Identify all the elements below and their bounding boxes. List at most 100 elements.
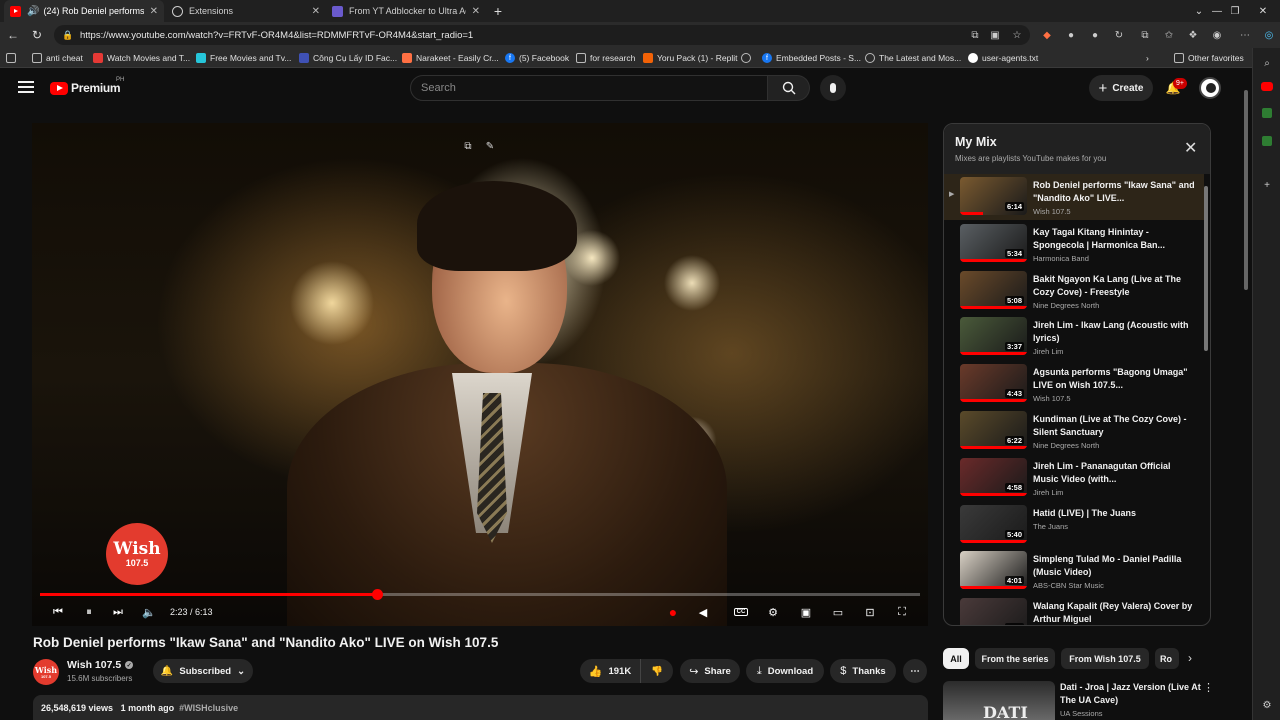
- channel-avatar[interactable]: Wish 107.5: [33, 659, 59, 685]
- subscribed-button[interactable]: 🔔 Subscribed ⌄: [153, 659, 253, 683]
- cast-icon[interactable]: ⊡: [861, 603, 879, 621]
- like-button[interactable]: 👍 191K: [580, 659, 640, 683]
- bookmark[interactable]: user-agents.txt: [968, 51, 1038, 65]
- theater-mode-icon[interactable]: ▭: [829, 603, 847, 621]
- autoplay-icon[interactable]: ◀: [694, 603, 712, 621]
- volume-icon[interactable]: 🔈: [140, 603, 158, 621]
- bookmarks-overflow-icon[interactable]: ›: [1146, 51, 1149, 65]
- extension-icon[interactable]: ↻: [1112, 28, 1126, 42]
- search-icon[interactable]: ⌕: [1260, 56, 1274, 70]
- extension-icon[interactable]: ●: [1088, 28, 1102, 42]
- close-tab-icon[interactable]: ✕: [312, 6, 320, 17]
- profile-icon[interactable]: ◉: [1210, 28, 1224, 42]
- channel-name[interactable]: Wish 107.5 ✓: [67, 659, 134, 671]
- refresh-icon[interactable]: ↻: [28, 26, 46, 44]
- add-sidebar-app-icon[interactable]: +: [1260, 178, 1274, 192]
- pause-icon[interactable]: ⏸: [80, 603, 98, 621]
- voice-search-button[interactable]: [820, 75, 846, 101]
- settings-icon[interactable]: ⚙: [764, 603, 782, 621]
- edit-overlay-icon[interactable]: ✎: [482, 139, 498, 153]
- sidebar-settings-icon[interactable]: ⚙: [1260, 698, 1274, 712]
- previous-icon[interactable]: ⏮: [49, 603, 67, 621]
- thanks-button[interactable]: $ Thanks: [830, 659, 896, 683]
- browser-tab-extensions[interactable]: Extensions ✕: [166, 0, 326, 22]
- speaker-icon[interactable]: 🔊: [27, 6, 39, 17]
- extension-icon[interactable]: ◆: [1040, 28, 1054, 42]
- miniplayer-overlay-icon[interactable]: ⧉: [460, 139, 476, 153]
- avatar[interactable]: [1199, 77, 1221, 99]
- bookmark[interactable]: The Latest and Mos...: [865, 51, 961, 65]
- browser-tab-adblocker[interactable]: From YT Adblocker to Ultra Adbl ✕: [326, 0, 486, 22]
- mix-scrollbar[interactable]: [1203, 176, 1209, 625]
- hashtag[interactable]: #WISHclusive: [179, 703, 238, 713]
- youtube-logo[interactable]: Premium PH: [50, 77, 124, 95]
- bookmark[interactable]: Narakeet - Easily Cr...: [402, 51, 499, 65]
- favorites-icon[interactable]: ✩: [1162, 28, 1176, 42]
- bookmarks-menu-icon[interactable]: [6, 51, 20, 65]
- bookmark[interactable]: Free Movies and Tv...: [196, 51, 291, 65]
- progress-bar[interactable]: [40, 589, 920, 600]
- reader-icon[interactable]: ▣: [988, 28, 1002, 42]
- extension-icon[interactable]: ●: [1064, 28, 1078, 42]
- menu-icon[interactable]: [18, 81, 34, 93]
- chip-all[interactable]: All: [943, 648, 969, 669]
- next-icon[interactable]: ⏭: [109, 603, 127, 621]
- mix-item[interactable]: 6:22 Kundiman (Live at The Cozy Cove) - S…: [944, 408, 1204, 454]
- mix-item[interactable]: 4:43 Agsunta performs "Bagong Umaga" LIVE…: [944, 361, 1204, 407]
- close-icon[interactable]: ✕: [1184, 138, 1197, 158]
- video-thumbnail[interactable]: 4:58: [960, 457, 1027, 496]
- video-thumbnail[interactable]: 3:37: [960, 317, 1027, 356]
- bookmark[interactable]: f Embedded Posts - S...: [762, 51, 861, 65]
- mix-item[interactable]: 5:34 Kay Tagal Kitang Hinintay - Spongeco…: [944, 221, 1204, 267]
- video-thumbnail[interactable]: 6:22: [960, 411, 1027, 449]
- bookmark[interactable]: Yoru Pack (1) - Replit: [643, 51, 737, 65]
- copilot-icon[interactable]: ◎: [1262, 28, 1276, 42]
- chip-partial[interactable]: Ro: [1155, 648, 1179, 669]
- mix-item[interactable]: 5:08 Bakit Ngayon Ka Lang (Live at The Co…: [944, 268, 1204, 314]
- dislike-button[interactable]: 👎: [640, 659, 673, 683]
- chip-from-wish[interactable]: From Wish 107.5: [1061, 648, 1149, 669]
- video-thumbnail[interactable]: 5:34: [960, 223, 1027, 262]
- translate-icon[interactable]: ⧉: [968, 28, 982, 42]
- video-player[interactable]: ⧉ ✎ Wish 107.5 ⏮ ⏸ ⏭ 🔈 2:23 / 6:13 ● ◀ C…: [32, 123, 928, 626]
- video-thumbnail[interactable]: 5:40: [960, 504, 1027, 543]
- favorite-star-icon[interactable]: ☆: [1010, 28, 1024, 42]
- mix-item[interactable]: 4:58 Jireh Lim - Pananagutan Official Mus…: [944, 455, 1204, 501]
- other-favorites[interactable]: Other favorites: [1174, 51, 1244, 65]
- back-icon[interactable]: ←: [4, 26, 22, 44]
- bookmark[interactable]: Công Cụ Lấy ID Fac...: [299, 51, 397, 65]
- close-window-button[interactable]: ✕: [1246, 0, 1280, 22]
- app-sidebar-icon[interactable]: [1262, 136, 1272, 146]
- bookmark[interactable]: [741, 51, 755, 65]
- more-menu-icon[interactable]: ⋯: [1238, 28, 1252, 42]
- more-actions-button[interactable]: ⋯: [903, 659, 927, 683]
- subtitles-icon[interactable]: CC: [732, 603, 750, 621]
- video-thumbnail[interactable]: 6:14: [960, 177, 1027, 215]
- address-bar[interactable]: 🔒 https://www.youtube.com/watch?v=FRTvF-…: [54, 25, 1030, 45]
- fullscreen-icon[interactable]: ⛶: [893, 603, 911, 621]
- more-vert-icon[interactable]: ⋮: [1203, 681, 1214, 694]
- bookmark[interactable]: f (5) Facebook: [505, 51, 569, 65]
- bookmark-folder[interactable]: anti cheat: [32, 51, 83, 65]
- app-sidebar-icon[interactable]: [1262, 108, 1272, 118]
- mix-item[interactable]: 3:40 Walang Kapalit (Rey Valera) Cover by…: [944, 595, 1204, 625]
- mix-item[interactable]: 5:40 Hatid (LIVE) | The Juans The Juans: [944, 502, 1204, 548]
- create-button[interactable]: + Create: [1089, 75, 1153, 101]
- mix-item[interactable]: ▶ 6:14 Rob Deniel performs "Ikaw Sana" and…: [944, 174, 1204, 220]
- close-tab-icon[interactable]: ✕: [472, 6, 480, 17]
- browser-tab-youtube[interactable]: 🔊 (24) Rob Deniel performs "Ik ✕: [4, 0, 164, 22]
- mix-item[interactable]: 3:37 Jireh Lim - Ikaw Lang (Acoustic with…: [944, 314, 1204, 360]
- split-screen-icon[interactable]: ⧉: [1138, 28, 1152, 42]
- record-icon[interactable]: ●: [664, 603, 682, 621]
- video-thumbnail[interactable]: DATI: [943, 681, 1055, 720]
- page-scrollbar[interactable]: [1242, 80, 1250, 720]
- miniplayer-icon[interactable]: ▣: [797, 603, 815, 621]
- video-thumbnail[interactable]: 4:43: [960, 364, 1027, 403]
- new-tab-button[interactable]: +: [486, 0, 510, 22]
- description-box[interactable]: 26,548,619 views 1 month ago #WISHclusiv…: [33, 695, 928, 720]
- search-input[interactable]: Search: [410, 75, 768, 101]
- chevron-right-icon[interactable]: ›: [1188, 651, 1192, 665]
- close-tab-icon[interactable]: ✕: [150, 6, 158, 17]
- video-thumbnail[interactable]: 5:08: [960, 270, 1027, 309]
- youtube-sidebar-icon[interactable]: [1261, 82, 1273, 91]
